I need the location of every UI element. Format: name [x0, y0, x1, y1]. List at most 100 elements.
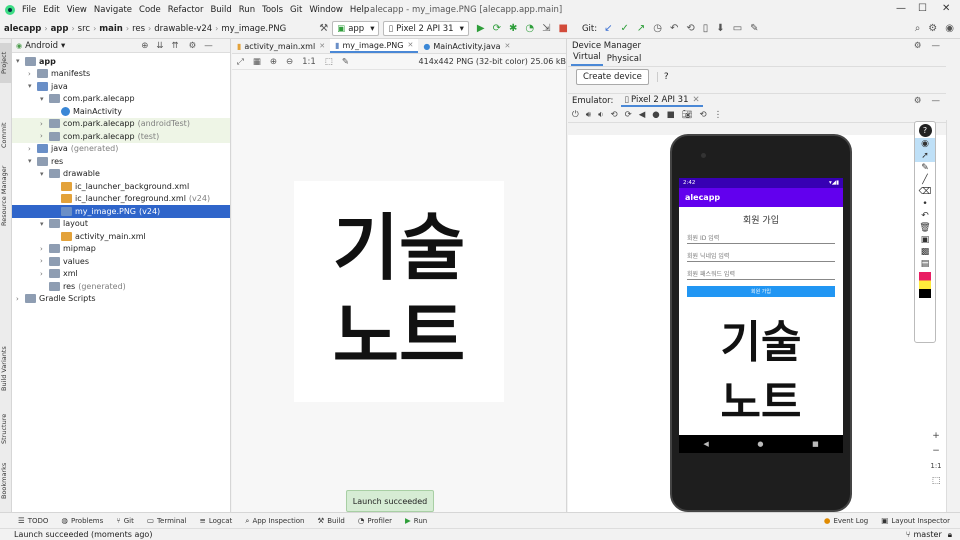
- close-tab-icon[interactable]: ✕: [505, 42, 511, 50]
- device-manager-icon[interactable]: ▭: [733, 23, 742, 34]
- tool-event-log[interactable]: ● Event Log: [824, 516, 868, 525]
- git-commit-icon[interactable]: ✓: [620, 23, 628, 34]
- nav-home-icon[interactable]: ●: [757, 440, 763, 448]
- close-tab-icon[interactable]: ✕: [407, 41, 413, 49]
- run-icon[interactable]: ▶: [477, 23, 485, 34]
- panel-settings-icon[interactable]: ⚙: [914, 96, 922, 106]
- clipboard-icon[interactable]: ▤: [915, 258, 935, 270]
- nav-back-icon[interactable]: ◀: [703, 440, 708, 448]
- expand-all-icon[interactable]: ⇈: [172, 41, 179, 51]
- tab-physical[interactable]: Physical: [605, 54, 644, 66]
- avd-manager-icon[interactable]: ▯: [703, 23, 709, 34]
- tree-item[interactable]: › com.park.alecapp (test): [12, 130, 230, 143]
- collapse-arrow-icon[interactable]: ›: [28, 70, 37, 78]
- grid-icon[interactable]: ▦: [253, 57, 261, 67]
- menu-file[interactable]: File: [22, 5, 36, 15]
- volume-up-icon[interactable]: 🔊︎: [586, 110, 591, 120]
- snapshot-icon[interactable]: ⟲: [700, 110, 707, 120]
- menu-tools[interactable]: Tools: [262, 5, 283, 15]
- collapse-all-icon[interactable]: ⇊: [156, 41, 163, 51]
- tool-tab-commit[interactable]: Commit: [0, 119, 12, 151]
- tree-item[interactable]: › java (generated): [12, 143, 230, 156]
- tool-tab-structure[interactable]: Structure: [0, 409, 12, 449]
- password-input[interactable]: 회원 패스워드 입력: [687, 266, 835, 280]
- git-push-icon[interactable]: ↗: [637, 23, 645, 34]
- hide-panel-icon[interactable]: —: [932, 41, 941, 51]
- settings-gear-icon[interactable]: ⚙: [928, 23, 937, 34]
- breadcrumb-module[interactable]: app: [51, 24, 69, 34]
- run-config-select[interactable]: ▣ app ▾: [332, 21, 380, 36]
- tool-git[interactable]: ⑂ Git: [116, 516, 134, 525]
- debug-icon[interactable]: ✱: [509, 23, 517, 34]
- color-picker-icon[interactable]: ✎: [342, 57, 349, 67]
- tool-tab-bookmarks[interactable]: Bookmarks: [0, 459, 12, 503]
- emulator-tab[interactable]: ▯ Pixel 2 API 31 ✕: [621, 95, 703, 107]
- nickname-input[interactable]: 회원 닉네임 입력: [687, 248, 835, 262]
- expand-arrow-icon[interactable]: ▾: [16, 57, 25, 65]
- undo-icon[interactable]: ↶: [915, 210, 935, 222]
- actual-size-button[interactable]: 1:1: [930, 459, 942, 474]
- tool-tab-resource-manager[interactable]: Resource Manager: [0, 161, 12, 231]
- tree-item[interactable]: › mipmap: [12, 243, 230, 256]
- phone-screen[interactable]: 2:42 ▾◢▮ alecapp 회원 가입 회원 ID 입력 회원 닉네임 입력…: [679, 178, 843, 453]
- ide-logo-icon[interactable]: ◉: [945, 23, 954, 34]
- tree-item[interactable]: › Gradle Scripts: [12, 293, 230, 306]
- back-icon[interactable]: ◀: [639, 110, 646, 120]
- help-icon[interactable]: ?: [656, 72, 669, 82]
- tree-item[interactable]: my_image.PNG (v24): [12, 205, 230, 218]
- id-input[interactable]: 회원 ID 입력: [687, 230, 835, 244]
- zoom-in-icon[interactable]: +: [930, 429, 942, 444]
- lock-icon[interactable]: 🔒︎: [948, 530, 952, 540]
- fit-icon[interactable]: ⤢: [237, 57, 244, 67]
- menu-code[interactable]: Code: [139, 5, 161, 15]
- tool-logcat[interactable]: ≡ Logcat: [200, 516, 233, 525]
- create-device-button[interactable]: Create device: [576, 69, 649, 85]
- rollback-icon[interactable]: ↶: [670, 23, 678, 34]
- logcat-icon[interactable]: ✎: [750, 23, 758, 34]
- tree-item[interactable]: ▾ drawable: [12, 168, 230, 181]
- menu-help[interactable]: Help: [350, 5, 369, 15]
- menu-run[interactable]: Run: [239, 5, 255, 15]
- attach-debugger-icon[interactable]: ⇲: [542, 23, 550, 34]
- expand-arrow-icon[interactable]: ▾: [40, 170, 49, 178]
- actual-size-button[interactable]: 1:1: [302, 57, 316, 67]
- chevron-down-icon[interactable]: ▾: [61, 41, 65, 51]
- breadcrumb-project[interactable]: alecapp: [4, 24, 41, 34]
- dot-icon[interactable]: •: [915, 198, 935, 210]
- tool-build[interactable]: ⚒ Build: [318, 516, 345, 525]
- rotate-right-icon[interactable]: ⟳: [625, 110, 632, 120]
- breadcrumb-drawable[interactable]: drawable-v24: [154, 24, 212, 34]
- menu-navigate[interactable]: Navigate: [94, 5, 132, 15]
- search-icon[interactable]: ⌕: [915, 23, 921, 34]
- collapse-arrow-icon[interactable]: ›: [16, 295, 25, 303]
- device-select[interactable]: ▯ Pixel 2 API 31 ▾: [383, 21, 469, 36]
- tool-todo[interactable]: ☰ TODO: [18, 516, 48, 525]
- tool-problems[interactable]: ◍ Problems: [61, 516, 103, 525]
- trash-icon[interactable]: 🗑︎: [915, 222, 935, 234]
- marker-icon[interactable]: ╱: [915, 174, 935, 186]
- build-hammer-icon[interactable]: ⚒: [319, 23, 328, 34]
- tab-main-activity[interactable]: ● MainActivity.java ✕: [418, 39, 515, 53]
- project-view-select[interactable]: Android: [25, 41, 58, 51]
- home-icon[interactable]: ●: [652, 110, 659, 120]
- signup-button[interactable]: 회원 가입: [687, 286, 835, 297]
- expand-arrow-icon[interactable]: ▾: [28, 157, 37, 165]
- apply-changes-icon[interactable]: ⟳: [493, 23, 501, 34]
- menu-refactor[interactable]: Refactor: [168, 5, 204, 15]
- tool-app-inspection[interactable]: ⌕ App Inspection: [245, 516, 304, 526]
- tool-run[interactable]: ▶ Run: [405, 516, 427, 525]
- tree-item[interactable]: ▾ com.park.alecapp: [12, 93, 230, 106]
- expand-arrow-icon[interactable]: ▾: [40, 95, 49, 103]
- tab-my-image[interactable]: ▮ my_image.PNG ✕: [330, 39, 419, 53]
- minimize-icon[interactable]: —: [896, 3, 906, 14]
- stop-icon[interactable]: ■: [558, 23, 567, 34]
- tree-item[interactable]: › values: [12, 255, 230, 268]
- menu-view[interactable]: View: [67, 5, 87, 15]
- tree-item[interactable]: ▾ app: [12, 55, 230, 68]
- locate-icon[interactable]: ⊕: [141, 41, 148, 51]
- menu-build[interactable]: Build: [210, 5, 231, 15]
- zoom-in-icon[interactable]: ⊕: [270, 57, 277, 67]
- tree-item[interactable]: res (generated): [12, 280, 230, 293]
- collapse-arrow-icon[interactable]: ›: [28, 145, 37, 153]
- tab-virtual[interactable]: Virtual: [571, 52, 603, 66]
